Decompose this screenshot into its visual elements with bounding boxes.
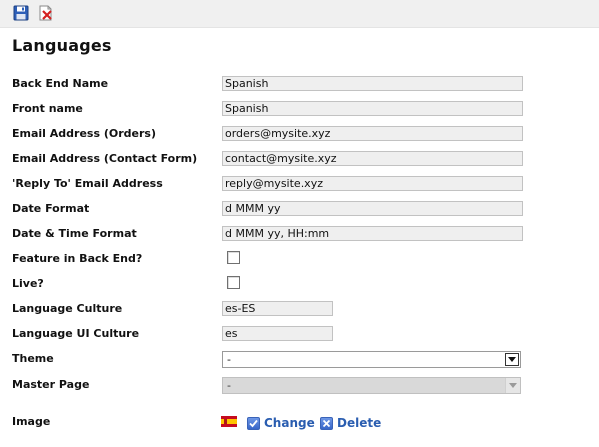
theme-selected-value: -	[227, 353, 231, 366]
checkmark-icon	[247, 416, 260, 430]
date-time-format-input[interactable]	[222, 226, 523, 241]
save-button[interactable]	[13, 5, 29, 21]
delete-image-label: Delete	[337, 416, 382, 430]
image-label: Image	[12, 415, 51, 428]
language-culture-label: Language Culture	[12, 302, 123, 315]
front-name-label: Front name	[12, 102, 83, 115]
email-orders-input[interactable]	[222, 126, 523, 141]
language-ui-culture-label: Language UI Culture	[12, 327, 140, 340]
live-checkbox[interactable]	[227, 276, 240, 289]
theme-label: Theme	[12, 352, 54, 365]
date-time-format-label: Date & Time Format	[12, 227, 137, 240]
master-page-selected-value: -	[227, 379, 231, 392]
email-contact-label: Email Address (Contact Form)	[12, 152, 198, 165]
language-ui-culture-input[interactable]	[222, 326, 333, 341]
language-culture-input[interactable]	[222, 301, 333, 316]
dropdown-arrow[interactable]	[505, 353, 519, 366]
reply-to-label: 'Reply To' Email Address	[12, 177, 163, 190]
floppy-disk-icon	[13, 5, 29, 21]
back-end-name-input[interactable]	[222, 76, 523, 91]
toolbar	[0, 0, 599, 28]
spain-flag-icon	[221, 416, 237, 427]
date-format-label: Date Format	[12, 202, 90, 215]
chevron-down-icon	[508, 357, 516, 362]
page-title: Languages	[12, 36, 112, 55]
chevron-down-icon	[509, 383, 517, 388]
theme-select[interactable]: -	[222, 351, 521, 368]
email-contact-input[interactable]	[222, 151, 523, 166]
dropdown-arrow	[505, 378, 520, 393]
front-name-input[interactable]	[222, 101, 523, 116]
master-page-select: -	[222, 377, 521, 394]
master-page-label: Master Page	[12, 378, 90, 391]
x-icon	[320, 416, 333, 430]
reply-to-input[interactable]	[222, 176, 523, 191]
live-label: Live?	[12, 277, 44, 290]
date-format-input[interactable]	[222, 201, 523, 216]
back-end-name-label: Back End Name	[12, 77, 109, 90]
feature-back-end-checkbox[interactable]	[227, 251, 240, 264]
change-image-label: Change	[264, 416, 315, 430]
email-orders-label: Email Address (Orders)	[12, 127, 156, 140]
delete-button[interactable]	[38, 5, 54, 21]
delete-document-icon	[39, 5, 52, 21]
change-image-button[interactable]: Change	[247, 416, 315, 430]
delete-image-button[interactable]: Delete	[320, 416, 381, 430]
feature-back-end-label: Feature in Back End?	[12, 252, 143, 265]
